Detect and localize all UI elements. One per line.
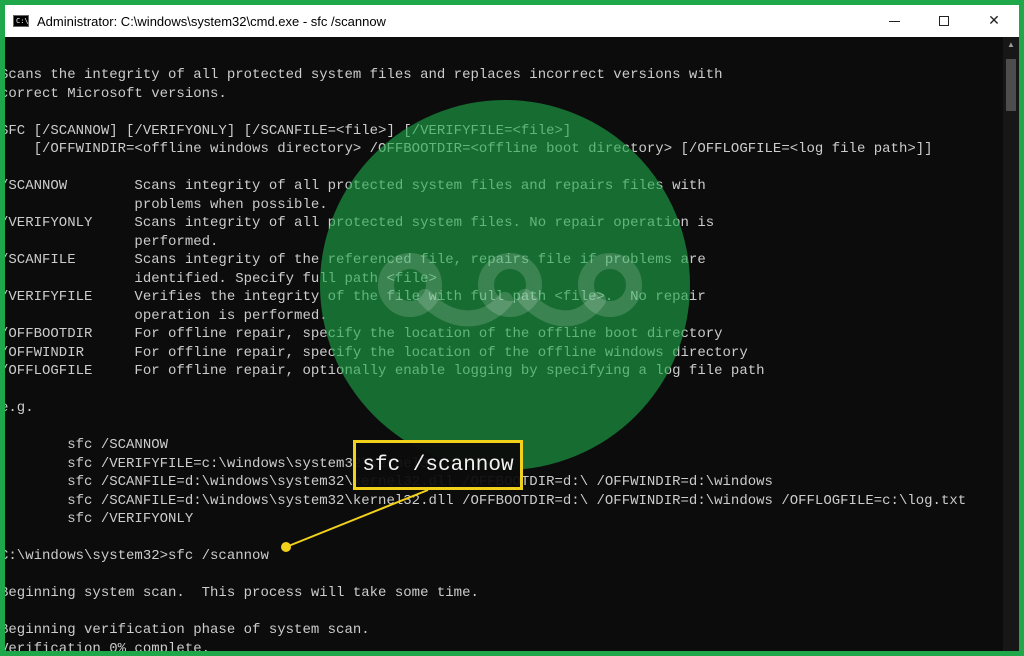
console-line: operation is performed. (5, 307, 328, 324)
console-line: C:\windows\system32>sfc /scannow (5, 548, 269, 564)
console-line: sfc /VERIFYONLY (5, 511, 194, 527)
console-line: /OFFLOGFILE For offline repair, optional… (5, 363, 765, 379)
console-line: Beginning verification phase of system s… (5, 622, 370, 638)
vertical-scrollbar[interactable]: ▲ (1003, 37, 1019, 651)
minimize-button[interactable] (869, 5, 919, 37)
title-bar[interactable]: C:\ Administrator: C:\windows\system32\c… (5, 5, 1019, 37)
console-line: [/OFFWINDIR=<offline windows directory> … (5, 141, 933, 157)
console-line: /VERIFYFILE Verifies the integrity of th… (5, 289, 706, 305)
console-line: Verification 0% complete. (5, 640, 211, 652)
console-line: sfc /SCANNOW (5, 437, 169, 453)
console-line: Beginning system scan. This process will… (5, 585, 479, 601)
console-line: /SCANFILE Scans integrity of the referen… (5, 252, 706, 268)
cmd-app-icon: C:\ (13, 15, 29, 27)
console-line: Scans the integrity of all protected sys… (5, 67, 723, 83)
maximize-icon (939, 16, 949, 26)
console-line: sfc /SCANFILE=d:\windows\system32\kernel… (5, 492, 967, 509)
console-line: problems when possible. (5, 196, 328, 213)
close-button[interactable]: ✕ (969, 5, 1019, 37)
window-title: Administrator: C:\windows\system32\cmd.e… (37, 13, 386, 29)
scroll-up-arrow-icon[interactable]: ▲ (1003, 37, 1019, 53)
cmd-window: C:\ Administrator: C:\windows\system32\c… (5, 5, 1019, 651)
close-icon: ✕ (988, 13, 1000, 29)
window-controls: ✕ (869, 5, 1019, 37)
command-callout: sfc /scannow (353, 440, 523, 490)
console-line: performed. (5, 233, 219, 250)
console-line: /SCANNOW Scans integrity of all protecte… (5, 178, 706, 194)
console-line: identified. Specify full path <file> (5, 270, 437, 287)
maximize-button[interactable] (919, 5, 969, 37)
console-line: correct Microsoft versions. (5, 85, 227, 102)
console-line: e.g. (5, 400, 34, 416)
console-line: /OFFWINDIR For offline repair, specify t… (5, 344, 748, 361)
minimize-icon (888, 20, 900, 22)
console-line: SFC [/SCANNOW] [/VERIFYONLY] [/SCANFILE=… (5, 122, 572, 139)
callout-text: sfc /scannow (362, 453, 514, 477)
console-line: /VERIFYONLY Scans integrity of all prote… (5, 215, 715, 231)
console-output[interactable]: Scans the integrity of all protected sys… (5, 37, 1003, 651)
console-line: /OFFBOOTDIR For offline repair, specify … (5, 326, 723, 342)
scroll-thumb[interactable] (1006, 59, 1016, 111)
